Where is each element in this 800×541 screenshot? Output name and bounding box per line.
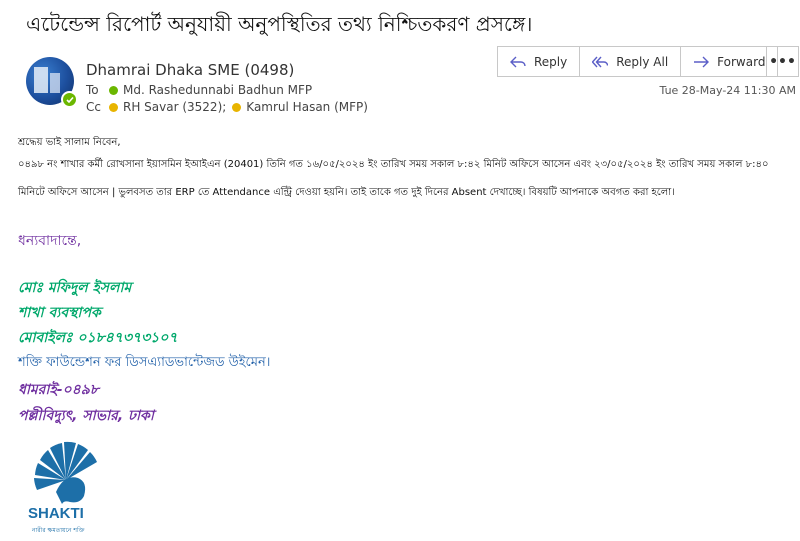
reply-button[interactable]: Reply (498, 47, 581, 76)
reply-icon (510, 56, 526, 67)
forward-button[interactable]: Forward (681, 47, 777, 76)
signature-branch: ধামরাই-০৪৯৮ (18, 382, 99, 398)
forward-label: Forward (717, 54, 766, 69)
sent-date: Tue 28-May-24 11:30 AM (659, 84, 796, 97)
cc-label: Cc (86, 100, 101, 114)
forward-icon (694, 56, 710, 67)
reply-label: Reply (534, 54, 568, 69)
reply-all-icon (592, 56, 609, 67)
recipient-presence-icon (109, 85, 118, 95)
more-actions-button[interactable]: ••• (766, 46, 799, 77)
logo-tagline: নারীর ক্ষমতায়নে শক্তি (32, 527, 85, 534)
email-subject: এটেন্ডেন্স রিপোর্ট অনুযায়ী অনুপস্থিতির … (26, 12, 533, 36)
message-toolbar: Reply Reply All Forward (497, 46, 779, 77)
cc1-presence-icon (109, 102, 118, 112)
cc-recipient-2[interactable]: Kamrul Hasan (MFP) (246, 100, 368, 114)
to-recipient[interactable]: Md. Rashedunnabi Badhun MFP (123, 83, 312, 97)
body-paragraph-2: মিনিটে অফিসে আসেন | ভুলবসত তার ERP তে At… (18, 187, 675, 198)
to-row: To Md. Rashedunnabi Badhun MFP (86, 83, 312, 97)
signature-address: পল্লীবিদ্যুৎ, সাভার, ঢাকা (18, 408, 154, 424)
signature-title: শাখা ব্যবস্থাপক (18, 305, 101, 321)
avatar-building-shape-2 (50, 73, 60, 93)
body-greeting: শ্রদ্ধেয় ভাই সালাম নিবেন, (18, 137, 121, 148)
reply-all-label: Reply All (616, 54, 669, 69)
signature-organization: শক্তি ফাউন্ডেশন ফর ডিসএ্যাডভান্টেজড উইমে… (18, 355, 271, 370)
body-paragraph-1: ০৪৯৮ নং শাখার কর্মী রোখসানা ইয়াসমিন ইআই… (18, 159, 769, 170)
reply-all-button[interactable]: Reply All (580, 47, 682, 76)
logo-wordmark: SHAKTI (28, 505, 84, 522)
cc-recipient-1[interactable]: RH Savar (3522); (123, 100, 226, 114)
signature-name: মোঃ মফিদুল ইসলাম (18, 280, 132, 296)
presence-available-icon (61, 91, 78, 108)
avatar-building-shape (34, 67, 48, 93)
sender-name[interactable]: Dhamrai Dhaka SME (0498) (86, 61, 294, 79)
signature-mobile: মোবাইলঃ ০১৮৪৭৩৭৩১০৭ (18, 330, 178, 346)
body-thanks: ধন্যবাদান্তে, (18, 233, 82, 249)
to-label: To (86, 83, 99, 97)
cc2-presence-icon (232, 102, 242, 112)
cc-row: Cc RH Savar (3522); Kamrul Hasan (MFP) (86, 100, 368, 114)
